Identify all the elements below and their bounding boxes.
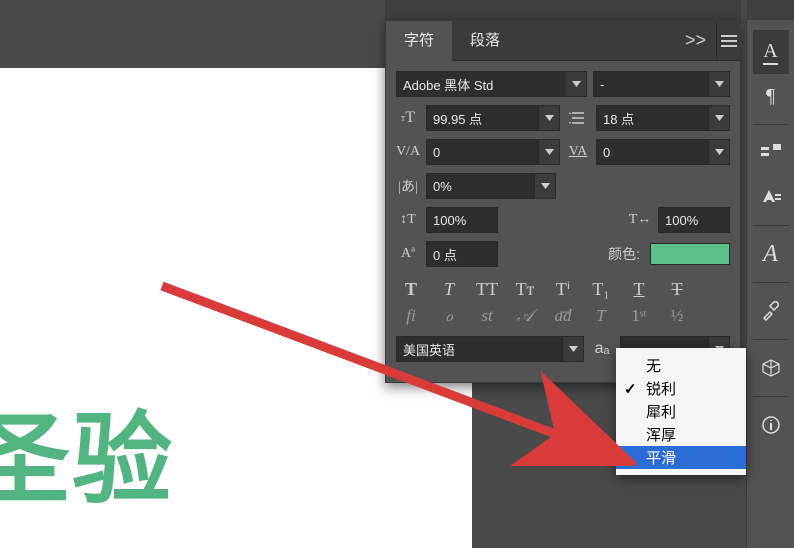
underline-button[interactable]: T bbox=[628, 279, 650, 300]
dropdown-arrow-icon[interactable] bbox=[709, 72, 729, 96]
tab-paragraph[interactable]: 段落 bbox=[452, 21, 518, 61]
character-styles-icon[interactable] bbox=[753, 175, 789, 219]
antialias-option-strong[interactable]: 浑厚 bbox=[616, 423, 746, 446]
dropdown-arrow-icon[interactable] bbox=[563, 337, 583, 361]
strikethrough-button[interactable]: T bbox=[666, 279, 688, 300]
leading-select[interactable]: 18 点 bbox=[596, 105, 730, 131]
swash-button[interactable]: 𝒜 bbox=[514, 306, 536, 326]
bold-button[interactable]: T bbox=[400, 279, 422, 300]
right-tool-rail: A ¶ A bbox=[746, 20, 794, 548]
tab-character[interactable]: 字符 bbox=[386, 21, 452, 61]
language-select[interactable]: 美国英语 bbox=[396, 336, 584, 362]
tracking-select[interactable]: 0 bbox=[596, 139, 730, 165]
antialias-dropdown: 无 锐利 犀利 浑厚 平滑 bbox=[616, 348, 746, 475]
panel-collapse-button[interactable]: >> bbox=[675, 30, 716, 51]
stylistic-alt-button[interactable]: a͞d bbox=[552, 306, 574, 326]
italic-button[interactable]: T bbox=[438, 279, 460, 300]
dropdown-arrow-icon[interactable] bbox=[539, 106, 559, 130]
dropdown-arrow-icon[interactable] bbox=[566, 72, 586, 96]
tools-icon[interactable] bbox=[753, 289, 789, 333]
dropdown-arrow-icon[interactable] bbox=[535, 174, 555, 198]
vertical-scale-input[interactable]: 100% bbox=[426, 207, 498, 233]
font-style-select[interactable]: - bbox=[593, 71, 730, 97]
tracking-icon: VA bbox=[566, 140, 590, 164]
panel-menu-button[interactable] bbox=[716, 21, 740, 61]
font-style-value: - bbox=[594, 72, 709, 96]
opentype-row: fi ℴ st 𝒜 a͞d T 1ˢᵗ ½ bbox=[396, 306, 730, 326]
font-size-select[interactable]: 99.95 点 bbox=[426, 105, 560, 131]
font-family-select[interactable]: Adobe 黑体 Std bbox=[396, 71, 587, 97]
fractions-button[interactable]: ½ bbox=[666, 306, 688, 326]
horizontal-scale-icon: T↔ bbox=[628, 208, 652, 232]
contextual-alt-button[interactable]: ℴ bbox=[438, 306, 460, 326]
smallcaps-button[interactable]: Tᴛ bbox=[514, 279, 536, 300]
color-label: 颜色: bbox=[608, 244, 640, 264]
baseline-shift-input[interactable]: 0 点 bbox=[426, 241, 498, 267]
tsume-value: 0% bbox=[427, 174, 535, 198]
character-panel-icon[interactable]: A bbox=[753, 30, 789, 74]
vertical-scale-icon: ↕T bbox=[396, 208, 420, 232]
superscript-button[interactable]: Tⁱ bbox=[552, 279, 574, 300]
tsume-select[interactable]: 0% bbox=[426, 173, 556, 199]
kerning-select[interactable]: 0 bbox=[426, 139, 560, 165]
tsume-icon: |あ| bbox=[396, 174, 420, 198]
horizontal-scale-input[interactable]: 100% bbox=[658, 207, 730, 233]
glyphs-panel-icon[interactable]: A bbox=[753, 232, 789, 276]
type-style-row: T T TT Tᴛ Tⁱ T₁ T T bbox=[396, 279, 730, 300]
subscript-button[interactable]: T₁ bbox=[590, 279, 612, 300]
character-panel: 字符 段落 >> Adobe 黑体 Std - тT 99.95 点 bbox=[385, 20, 741, 383]
panel-tabs: 字符 段落 >> bbox=[386, 21, 740, 61]
dropdown-arrow-icon[interactable] bbox=[539, 140, 559, 164]
paragraph-styles-icon[interactable] bbox=[753, 131, 789, 175]
antialias-option-sharp[interactable]: 锐利 bbox=[616, 377, 746, 400]
kerning-icon: V/A bbox=[396, 140, 420, 164]
panel-topbar bbox=[385, 0, 741, 20]
antialias-option-smooth[interactable]: 平滑 bbox=[616, 446, 746, 469]
kerning-value: 0 bbox=[427, 140, 539, 164]
allcaps-button[interactable]: TT bbox=[476, 279, 498, 300]
font-size-value: 99.95 点 bbox=[427, 106, 539, 130]
3d-panel-icon[interactable] bbox=[753, 346, 789, 390]
ligatures-button[interactable]: fi bbox=[400, 306, 422, 326]
dropdown-arrow-icon[interactable] bbox=[709, 106, 729, 130]
dropdown-arrow-icon[interactable] bbox=[709, 140, 729, 164]
leading-icon bbox=[566, 106, 590, 130]
tracking-value: 0 bbox=[597, 140, 709, 164]
ordinals-button[interactable]: 1ˢᵗ bbox=[628, 306, 650, 326]
antialias-option-none[interactable]: 无 bbox=[616, 354, 746, 377]
baseline-shift-icon: Aª bbox=[396, 242, 420, 266]
discretionary-lig-button[interactable]: st bbox=[476, 306, 498, 326]
color-swatch[interactable] bbox=[650, 243, 730, 265]
titling-alt-button[interactable]: T bbox=[590, 306, 612, 326]
type-layer-text[interactable]: 圣验 bbox=[0, 378, 174, 523]
info-panel-icon[interactable] bbox=[753, 403, 789, 447]
language-value: 美国英语 bbox=[397, 337, 563, 361]
font-size-icon: тT bbox=[396, 106, 420, 130]
leading-value: 18 点 bbox=[597, 106, 709, 130]
font-family-value: Adobe 黑体 Std bbox=[397, 72, 566, 96]
antialias-icon: aₐ bbox=[590, 337, 614, 361]
paragraph-panel-icon[interactable]: ¶ bbox=[753, 74, 789, 118]
antialias-option-crisp[interactable]: 犀利 bbox=[616, 400, 746, 423]
